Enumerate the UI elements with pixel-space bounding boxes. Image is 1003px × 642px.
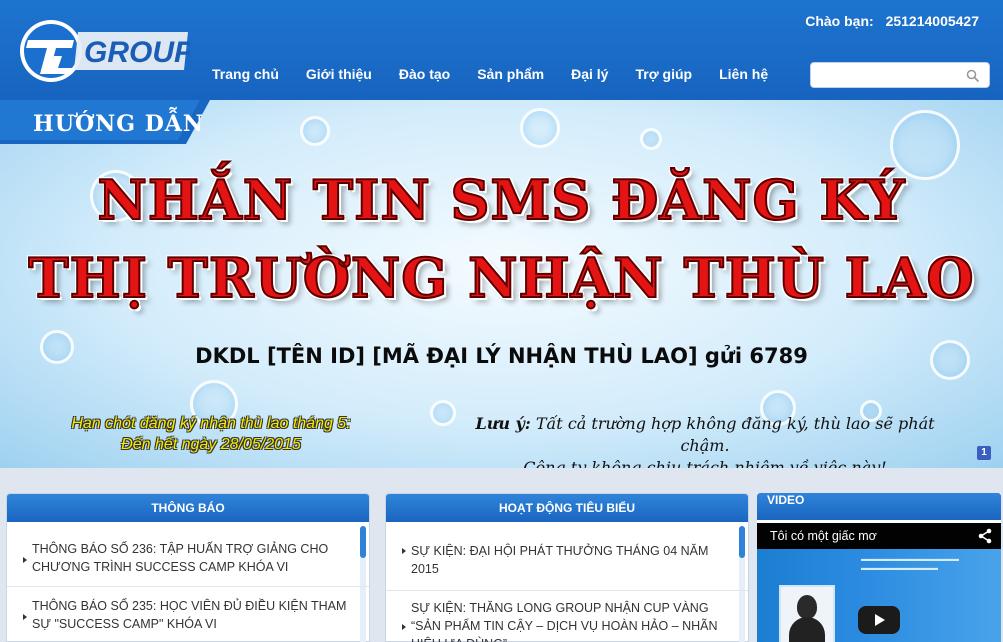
svg-text:GROUP: GROUP	[84, 36, 190, 69]
list-item-text[interactable]: SỰ KIỆN: ĐẠI HỘI PHÁT THƯỞNG THÁNG 04 NĂ…	[411, 544, 708, 576]
person-body	[789, 617, 825, 642]
video-panel: VIDEO ▬▬▬▬▬▬▬▬▬▬▬▬▬▬ ▬▬▬▬▬▬▬▬▬▬▬ Tôi có m…	[757, 493, 1001, 642]
list-item[interactable]: SỰ KIỆN: THĂNG LONG GROUP NHẬN CUP VÀNG …	[386, 591, 748, 642]
slide-pager[interactable]: 1	[977, 446, 991, 460]
share-icon[interactable]	[977, 528, 993, 544]
video-title: VIDEO	[757, 493, 1001, 520]
bubble-decoration	[520, 108, 560, 148]
bullet-icon	[402, 624, 406, 630]
list-item[interactable]: THÔNG BÁO SỐ 235: HỌC VIÊN ĐỦ ĐIỀU KIỆN …	[7, 587, 369, 642]
play-icon[interactable]	[858, 606, 900, 634]
deadline-text: Hạn chót đăng ký nhận thù lao tháng 5: Đ…	[46, 413, 376, 455]
announcements-panel: THÔNG BÁO THÔNG BÁO SỐ 236: TẬP HUẤN TRỢ…	[6, 493, 370, 642]
banner-headline-line1: NHẮN TIN SMS ĐĂNG KÝ	[96, 167, 906, 233]
video-thumbnail[interactable]: ▬▬▬▬▬▬▬▬▬▬▬▬▬▬ ▬▬▬▬▬▬▬▬▬▬▬	[757, 549, 1001, 642]
search-box	[810, 62, 990, 88]
list-item-text[interactable]: THÔNG BÁO SỐ 235: HỌC VIÊN ĐỦ ĐIỀU KIỆN …	[32, 599, 346, 631]
note-line2: Công ty không chịu trách nhiệm về việc n…	[523, 458, 887, 468]
list-item-text[interactable]: THÔNG BÁO SỐ 236: TẬP HUẤN TRỢ GIẢNG CHO…	[32, 542, 328, 574]
search-input[interactable]	[811, 63, 961, 87]
deadline-line2: Đến hết ngày 28/05/2015	[121, 436, 301, 453]
video-name[interactable]: Tôi có một giấc mơ	[770, 529, 877, 543]
username[interactable]: 251214005427	[886, 13, 979, 29]
activities-panel: HOẠT ĐỘNG TIÊU BIỂU SỰ KIỆN: ĐẠI HỘI PHÁ…	[385, 493, 749, 642]
bubble-decoration	[640, 128, 662, 150]
thumbnail-decoration: ▬▬▬▬▬▬▬▬▬▬▬▬▬▬ ▬▬▬▬▬▬▬▬▬▬▬	[861, 556, 959, 572]
tlgroup-logo[interactable]: GROUP	[18, 18, 190, 84]
activities-list: SỰ KIỆN: ĐẠI HỘI PHÁT THƯỞNG THÁNG 04 NĂ…	[386, 522, 748, 642]
list-item[interactable]: THÔNG BÁO SỐ 236: TẬP HUẤN TRỢ GIẢNG CHO…	[7, 522, 369, 587]
person-head	[797, 595, 817, 619]
note-text: Lưu ý: Tất cả trường hợp không đăng ký, …	[450, 413, 960, 468]
bullet-icon	[23, 614, 27, 620]
greeting-label: Chào bạn:	[805, 13, 874, 29]
announcements-list: THÔNG BÁO SỐ 236: TẬP HUẤN TRỢ GIẢNG CHO…	[7, 522, 369, 642]
list-item-text[interactable]: SỰ KIỆN: THĂNG LONG GROUP NHẬN CUP VÀNG …	[411, 601, 718, 642]
video-player[interactable]: ▬▬▬▬▬▬▬▬▬▬▬▬▬▬ ▬▬▬▬▬▬▬▬▬▬▬ Tôi có một giấ…	[757, 523, 1001, 642]
search-icon[interactable]	[966, 69, 980, 83]
sms-syntax: DKDL [TÊN ID] [MÃ ĐẠI LÝ NHẬN THÙ LAO] g…	[195, 344, 808, 368]
list-item[interactable]: SỰ KIỆN: ĐẠI HỘI PHÁT THƯỞNG THÁNG 04 NĂ…	[386, 522, 748, 591]
bullet-icon	[23, 557, 27, 563]
video-title-bar: Tôi có một giấc mơ	[757, 523, 1001, 549]
note-label: Lưu ý:	[475, 414, 531, 433]
nav-home[interactable]: Trang chủ	[212, 66, 279, 82]
nav-agents[interactable]: Đại lý	[571, 66, 608, 82]
nav-products[interactable]: Sản phẩm	[477, 66, 544, 82]
nav-contact[interactable]: Liên hệ	[719, 66, 768, 82]
nav-training[interactable]: Đào tạo	[399, 66, 450, 82]
nav-about[interactable]: Giới thiệu	[306, 66, 372, 82]
guide-label: HƯỚNG DẪN	[33, 111, 204, 137]
banner-headline-line2: THỊ TRƯỜNG NHẬN THÙ LAO	[27, 245, 975, 311]
main-nav: Trang chủ Giới thiệu Đào tạo Sản phẩm Đạ…	[212, 66, 795, 82]
speaker-photo	[779, 585, 835, 642]
bubble-decoration	[300, 116, 330, 146]
activities-title: HOẠT ĐỘNG TIÊU BIỂU	[386, 494, 748, 522]
deadline-line1: Hạn chót đăng ký nhận thù lao tháng 5:	[71, 415, 351, 432]
banner-slide[interactable]: HƯỚNG DẪN NHẮN TIN SMS ĐĂNG KÝ THỊ TRƯỜN…	[0, 100, 1003, 468]
greeting: Chào bạn: 251214005427	[805, 13, 979, 29]
nav-help[interactable]: Trợ giúp	[635, 66, 692, 82]
announcements-title: THÔNG BÁO	[7, 494, 369, 522]
bullet-icon	[402, 548, 406, 554]
note-line1: Tất cả trường hợp không đăng ký, thù lao…	[530, 414, 935, 455]
site-header: GROUP Chào bạn: 251214005427 Trang chủ G…	[0, 0, 1003, 100]
